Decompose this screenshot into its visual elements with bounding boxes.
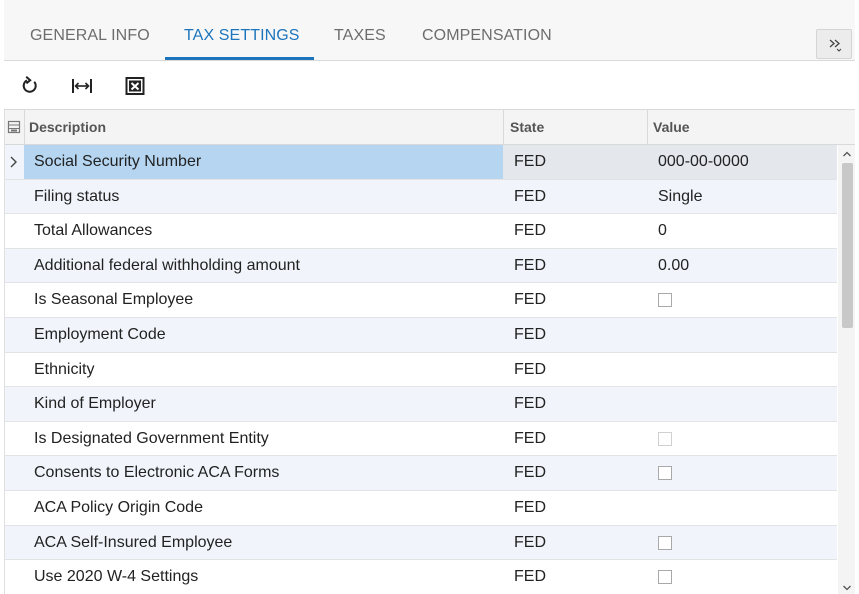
tax-settings-grid: Description State Value Social Security …	[4, 110, 855, 594]
cell-state[interactable]: FED	[514, 180, 546, 214]
cell-description[interactable]: Social Security Number	[34, 145, 201, 179]
grid-rows: Social Security Number FED 000-00-0000 F…	[5, 145, 837, 594]
table-row[interactable]: Is Seasonal Employee FED	[5, 283, 837, 318]
is-designated-government-entity-checkbox[interactable]	[658, 431, 672, 446]
tab-compensation[interactable]: COMPENSATION	[422, 27, 552, 45]
refresh-button[interactable]	[18, 74, 42, 98]
chevron-more-icon	[829, 39, 842, 52]
cell-description[interactable]: ACA Self-Insured Employee	[34, 526, 232, 560]
scroll-up-icon[interactable]	[842, 149, 852, 159]
tab-tax-settings[interactable]: TAX SETTINGS	[184, 27, 300, 45]
active-tab-indicator	[165, 57, 314, 60]
header-divider[interactable]	[503, 110, 504, 145]
table-row[interactable]: Kind of Employer FED	[5, 387, 837, 422]
cell-description[interactable]: Ethnicity	[34, 353, 94, 387]
table-row[interactable]: ACA Self-Insured Employee FED	[5, 525, 837, 561]
table-row[interactable]: Social Security Number FED 000-00-0000	[5, 145, 837, 180]
scrollbar-thumb[interactable]	[842, 163, 853, 328]
table-row[interactable]: Additional federal withholding amount FE…	[5, 248, 837, 284]
vertical-scrollbar[interactable]	[838, 145, 855, 594]
cell-state[interactable]: FED	[514, 526, 546, 560]
cell-value[interactable]: 0	[658, 214, 667, 248]
table-row[interactable]: Employment Code FED	[5, 317, 837, 353]
more-tabs-button[interactable]	[816, 29, 852, 59]
cell-state[interactable]: FED	[514, 456, 546, 490]
consents-electronic-aca-checkbox[interactable]	[658, 466, 672, 481]
fit-columns-button[interactable]	[70, 74, 94, 98]
cell-value[interactable]: 0.00	[658, 249, 689, 283]
column-settings-icon[interactable]	[7, 120, 21, 134]
export-excel-button[interactable]	[123, 74, 147, 98]
cell-state[interactable]: FED	[514, 560, 546, 594]
use-2020-w4-checkbox[interactable]	[658, 570, 672, 585]
scroll-down-icon[interactable]	[842, 583, 852, 593]
fit-columns-icon	[72, 79, 92, 93]
table-row[interactable]: Use 2020 W-4 Settings FED	[5, 560, 837, 594]
table-row[interactable]: Is Designated Government Entity FED	[5, 421, 837, 457]
grid-header: Description State Value	[5, 110, 855, 145]
cell-description[interactable]: Filing status	[34, 180, 119, 214]
cell-description[interactable]: ACA Policy Origin Code	[34, 491, 203, 525]
cell-state[interactable]: FED	[514, 145, 546, 179]
cell-description[interactable]: Additional federal withholding amount	[34, 249, 300, 283]
cell-value[interactable]: Single	[658, 180, 702, 214]
column-header-description[interactable]: Description	[29, 110, 106, 145]
cell-description[interactable]: Consents to Electronic ACA Forms	[34, 456, 279, 490]
cell-state[interactable]: FED	[514, 318, 546, 352]
tab-general-info[interactable]: GENERAL INFO	[30, 27, 150, 45]
tab-taxes[interactable]: TAXES	[334, 27, 386, 45]
cell-state[interactable]: FED	[514, 491, 546, 525]
cell-description[interactable]: Is Designated Government Entity	[34, 422, 269, 456]
refresh-icon	[22, 76, 37, 93]
tab-bar: GENERAL INFO TAX SETTINGS TAXES COMPENSA…	[4, 0, 855, 61]
table-row[interactable]: ACA Policy Origin Code FED	[5, 490, 837, 526]
export-excel-icon	[125, 77, 145, 95]
cell-description[interactable]: Total Allowances	[34, 214, 152, 248]
table-row[interactable]: Consents to Electronic ACA Forms FED	[5, 456, 837, 491]
header-divider[interactable]	[647, 110, 648, 145]
cell-state[interactable]: FED	[514, 422, 546, 456]
is-seasonal-employee-checkbox[interactable]	[658, 293, 672, 308]
aca-self-insured-checkbox[interactable]	[658, 535, 672, 550]
cell-state[interactable]: FED	[514, 283, 546, 317]
table-row[interactable]: Filing status FED Single	[5, 179, 837, 215]
cell-state[interactable]: FED	[514, 214, 546, 248]
cell-value[interactable]: 000-00-0000	[658, 145, 749, 179]
cell-state[interactable]: FED	[514, 387, 546, 421]
cell-description[interactable]: Employment Code	[34, 318, 166, 352]
cell-description[interactable]: Is Seasonal Employee	[34, 283, 193, 317]
table-row[interactable]: Total Allowances FED 0	[5, 214, 837, 249]
column-header-state[interactable]: State	[510, 110, 544, 145]
table-row[interactable]: Ethnicity FED	[5, 352, 837, 388]
header-divider	[24, 110, 25, 145]
grid-toolbar	[4, 61, 855, 110]
cell-state[interactable]: FED	[514, 249, 546, 283]
current-row-indicator-icon	[10, 156, 17, 168]
cell-description[interactable]: Use 2020 W-4 Settings	[34, 560, 198, 594]
cell-description[interactable]: Kind of Employer	[34, 387, 156, 421]
cell-state[interactable]: FED	[514, 353, 546, 387]
column-header-value[interactable]: Value	[653, 110, 690, 145]
